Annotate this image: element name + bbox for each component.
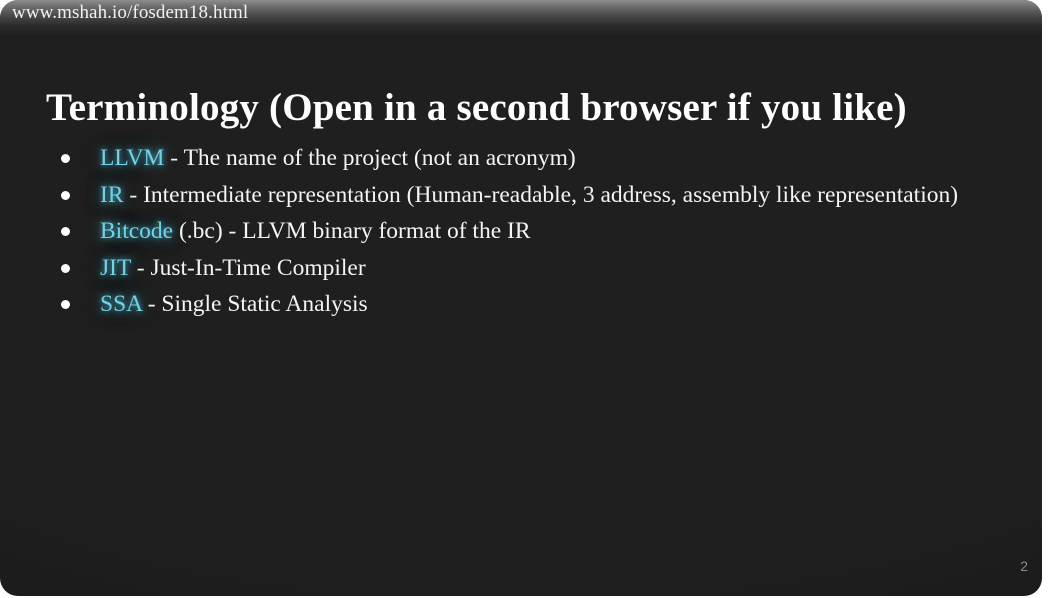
slide-frame: www.mshah.io/fosdem18.html Terminology (… bbox=[0, 0, 1042, 596]
bullet-dot-icon bbox=[61, 300, 70, 309]
term-description: (.bc) - LLVM binary format of the IR bbox=[173, 218, 531, 244]
term-description: - Intermediate representation (Human-rea… bbox=[123, 181, 959, 208]
page-title: Terminology (Open in a second browser if… bbox=[46, 86, 907, 130]
term-description: - Just-In-Time Compiler bbox=[130, 254, 366, 281]
list-item: LLVM - The name of the project (not an a… bbox=[48, 140, 988, 177]
term-description: - Single Static Analysis bbox=[141, 291, 368, 317]
term-label: IR bbox=[100, 181, 124, 208]
term-label: JIT bbox=[100, 254, 131, 281]
term-label: LLVM bbox=[100, 145, 165, 171]
list-item: IR - Intermediate representation (Human-… bbox=[48, 177, 988, 214]
list-item: JIT - Just-In-Time Compiler bbox=[48, 250, 988, 287]
list-item: SSA - Single Static Analysis bbox=[48, 286, 988, 323]
bullet-dot-icon bbox=[61, 190, 70, 200]
bullet-dot-icon bbox=[61, 227, 70, 236]
bullet-dot-icon bbox=[61, 154, 70, 163]
list-item: Bitcode (.bc) - LLVM binary format of th… bbox=[48, 213, 988, 250]
term-label: Bitcode bbox=[100, 218, 174, 244]
term-label: SSA bbox=[100, 291, 142, 317]
terminology-list: LLVM - The name of the project (not an a… bbox=[48, 140, 988, 323]
bullet-dot-icon bbox=[61, 263, 70, 273]
term-description: - The name of the project (not an acrony… bbox=[164, 145, 576, 171]
page-number: 2 bbox=[1020, 558, 1028, 574]
header-url: www.mshah.io/fosdem18.html bbox=[12, 2, 249, 23]
